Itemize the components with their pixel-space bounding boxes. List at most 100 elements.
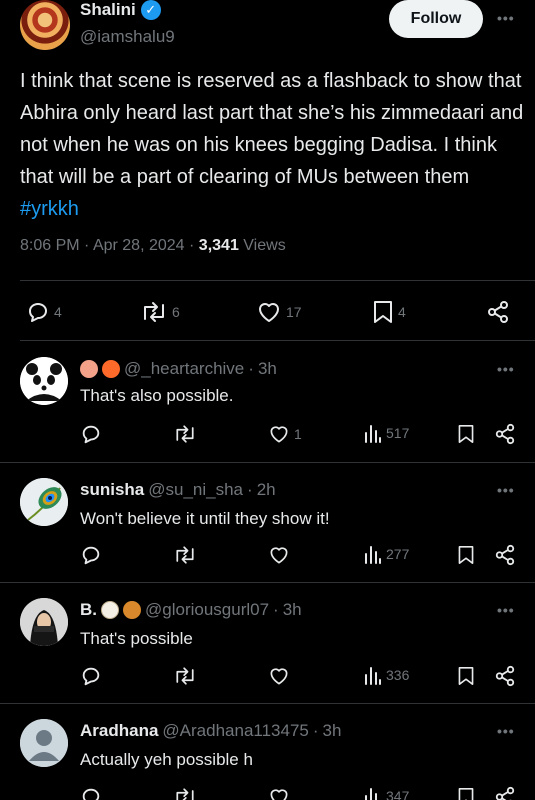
meta-dot: · <box>247 480 253 499</box>
share-icon <box>495 544 515 566</box>
divider <box>20 280 535 281</box>
main-tweet-header: Shalini ✓ @iamshalu9 Follow ••• <box>0 0 535 60</box>
reply-icon <box>82 667 100 686</box>
views-button[interactable]: 277 <box>364 544 409 564</box>
meta-dot: · <box>312 721 319 740</box>
heart-icon <box>270 547 288 564</box>
heart-icon <box>259 303 279 322</box>
bookmark-button[interactable] <box>457 786 475 800</box>
share-button[interactable] <box>494 665 516 687</box>
author-handle[interactable]: @iamshalu9 <box>80 27 175 47</box>
like-button[interactable]: 1 <box>268 423 302 445</box>
reply-button[interactable] <box>80 544 102 566</box>
reply-handle[interactable]: @_heartarchive <box>124 359 244 379</box>
reply-button[interactable] <box>80 665 102 687</box>
bookmark-icon <box>458 788 474 800</box>
reply-age[interactable]: 2h <box>257 480 276 500</box>
like-button[interactable] <box>268 665 290 687</box>
peacock-feather-avatar-image <box>20 478 68 526</box>
views-count: 277 <box>386 546 410 562</box>
reply-handle[interactable]: @gloriousgurl07 <box>145 600 269 620</box>
divider <box>0 462 535 463</box>
reply-handle[interactable]: @su_ni_sha <box>148 480 243 500</box>
panda-avatar-image <box>20 357 68 405</box>
reply-author-name[interactable]: sunisha <box>80 480 144 500</box>
repost-button[interactable] <box>173 665 197 687</box>
reply-text: That's possible <box>80 629 193 648</box>
reply-age[interactable]: 3h <box>283 600 302 620</box>
repost-button[interactable] <box>173 786 197 800</box>
reply-button[interactable]: 4 <box>26 300 62 324</box>
reply-author-name[interactable]: Aradhana <box>80 721 158 741</box>
views-button[interactable]: 347 <box>364 786 409 800</box>
divider <box>0 582 535 583</box>
divider <box>20 340 535 341</box>
views-count: 336 <box>386 667 410 683</box>
like-button[interactable] <box>268 786 290 800</box>
reply-icon <box>82 425 100 444</box>
reply-count: 4 <box>54 304 62 320</box>
more-options-icon[interactable]: ••• <box>497 602 515 618</box>
reply-button[interactable] <box>80 786 102 800</box>
like-count: 17 <box>286 304 302 320</box>
share-button[interactable] <box>494 786 516 800</box>
repost-button[interactable]: 6 <box>140 300 180 324</box>
follow-button[interactable]: Follow <box>389 0 483 38</box>
share-button[interactable] <box>494 423 516 445</box>
flame-emoji-icon <box>102 360 120 378</box>
burger-emoji-icon <box>123 601 141 619</box>
bookmark-button[interactable]: 4 <box>372 300 406 324</box>
share-button[interactable] <box>494 544 516 566</box>
avatar[interactable] <box>20 598 68 646</box>
meta-dot: · <box>84 237 90 254</box>
views-button[interactable]: 336 <box>364 665 409 685</box>
avatar[interactable] <box>20 0 70 50</box>
repost-icon <box>176 546 194 564</box>
share-icon <box>495 423 515 445</box>
repost-icon <box>144 302 164 322</box>
bookmark-button[interactable] <box>457 544 475 566</box>
reply-text: Won't believe it until they show it! <box>80 509 330 528</box>
reply-actions: 1 517 <box>0 423 535 447</box>
more-options-icon[interactable]: ••• <box>497 482 515 498</box>
reply-actions: 347 <box>0 786 535 800</box>
bookmark-icon <box>458 666 474 685</box>
avatar[interactable] <box>20 719 68 767</box>
reply-actions: 277 <box>0 544 535 568</box>
bookmark-button[interactable] <box>457 423 475 445</box>
like-button[interactable]: 17 <box>256 300 302 324</box>
share-icon <box>495 786 515 800</box>
views-label: Views <box>243 237 286 254</box>
author-name-row[interactable]: Shalini ✓ <box>80 0 161 20</box>
more-options-icon[interactable]: ••• <box>497 723 515 739</box>
views-count: 517 <box>386 425 410 441</box>
tweet-time[interactable]: 8:06 PM <box>20 237 80 254</box>
hashtag-link[interactable]: #yrkkh <box>20 198 79 220</box>
bookmark-count: 4 <box>398 304 406 320</box>
bookmark-button[interactable] <box>457 665 475 687</box>
repost-button[interactable] <box>173 544 197 566</box>
reply-text: That's also possible. <box>80 386 234 405</box>
repost-icon <box>176 788 194 800</box>
avatar[interactable] <box>20 478 68 526</box>
reply-author-name[interactable]: B. <box>80 600 97 620</box>
share-button[interactable] <box>486 300 510 324</box>
like-button[interactable] <box>268 544 290 566</box>
author-name[interactable]: Shalini <box>80 0 136 20</box>
tweet-date[interactable]: Apr 28, 2024 <box>93 237 185 254</box>
default-profile-icon <box>20 719 68 767</box>
views-button[interactable]: 517 <box>364 423 409 443</box>
more-options-icon[interactable]: ••• <box>497 10 515 26</box>
more-options-icon[interactable]: ••• <box>497 361 515 377</box>
reply-age[interactable]: 3h <box>323 721 342 741</box>
repost-button[interactable] <box>173 423 197 445</box>
share-icon <box>495 665 515 687</box>
reply-handle[interactable]: @Aradhana113475 <box>162 721 308 741</box>
reply-age[interactable]: 3h <box>258 359 277 379</box>
bookmark-icon <box>458 425 474 443</box>
reply-header: sunisha @su_ni_sha · 2h <box>80 480 276 500</box>
tweet-actions: 4 6 17 4 <box>0 296 535 328</box>
avatar[interactable] <box>20 357 68 405</box>
reply-button[interactable] <box>80 423 102 445</box>
divider <box>0 703 535 704</box>
